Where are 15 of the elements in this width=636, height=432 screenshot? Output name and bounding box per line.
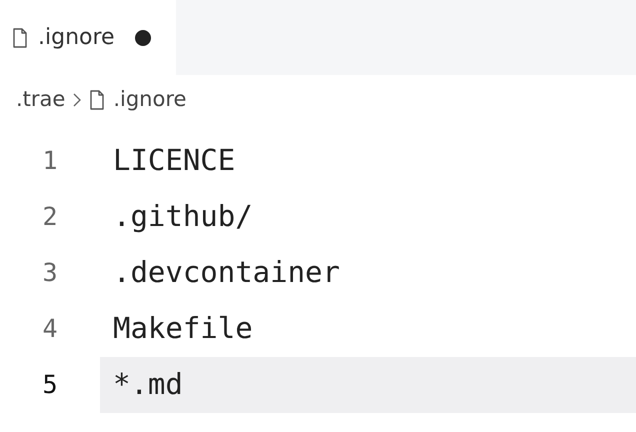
editor-tab[interactable]: .ignore — [0, 0, 176, 75]
line-number: 4 — [41, 313, 59, 346]
line-number: 1 — [41, 145, 59, 178]
breadcrumb-item[interactable]: .trae — [16, 84, 66, 116]
code-line: .devcontainer — [112, 254, 341, 292]
code-line: .github/ — [112, 198, 254, 236]
breadcrumb-item[interactable]: .ignore — [113, 84, 186, 116]
line-number: 5 — [41, 369, 59, 402]
line-number: 2 — [41, 201, 59, 234]
file-icon — [89, 90, 106, 110]
file-icon — [12, 28, 28, 48]
chevron-right-icon — [73, 93, 82, 107]
code-line: Makefile — [112, 310, 254, 348]
code-line: LICENCE — [112, 142, 236, 180]
line-number: 3 — [41, 257, 59, 290]
